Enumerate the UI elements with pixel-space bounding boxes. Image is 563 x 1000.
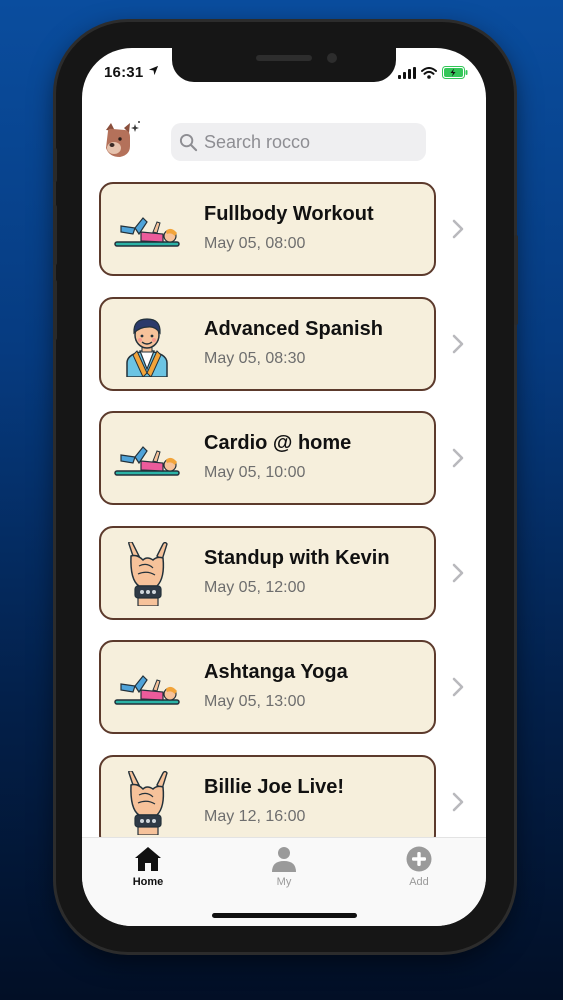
mute-switch	[53, 148, 57, 182]
event-card[interactable]: Advanced Spanish May 05, 08:30	[99, 297, 436, 391]
event-card[interactable]: Billie Joe Live! May 12, 16:00	[99, 755, 436, 837]
home-indicator[interactable]	[212, 913, 357, 918]
rocco-logo-icon[interactable]	[100, 118, 144, 162]
tab-bar: Home My Add	[82, 837, 486, 926]
tab-home-label: Home	[132, 876, 164, 888]
event-card[interactable]: Cardio @ home May 05, 10:00	[99, 411, 436, 505]
search-icon	[179, 133, 198, 151]
event-title: Billie Joe Live!	[204, 776, 345, 798]
event-title: Cardio @ home	[204, 432, 352, 454]
front-camera	[327, 53, 337, 63]
exercise-icon	[113, 656, 181, 720]
chevron-right-icon[interactable]	[451, 791, 465, 813]
event-row[interactable]: Fullbody Workout May 05, 08:00	[99, 182, 485, 276]
event-card[interactable]: Standup with Kevin May 05, 12:00	[99, 526, 436, 620]
event-title: Ashtanga Yoga	[204, 661, 348, 683]
event-datetime: May 05, 12:00	[204, 579, 306, 596]
tab-my-label: My	[276, 876, 292, 888]
teacher-icon	[113, 313, 181, 378]
app-screen: 16:31 Search rocco Fullbody Workout May …	[82, 48, 486, 926]
exercise-icon	[113, 427, 181, 491]
chevron-right-icon[interactable]	[451, 676, 465, 698]
tab-add[interactable]: Add	[369, 846, 469, 888]
battery-icon	[442, 66, 468, 79]
search-input[interactable]: Search rocco	[171, 123, 426, 161]
event-datetime: May 05, 08:30	[204, 350, 306, 367]
volume-down-button	[53, 280, 57, 340]
location-arrow-icon	[148, 65, 159, 79]
signal-icon	[398, 66, 416, 79]
tab-add-label: Add	[409, 876, 429, 888]
event-datetime: May 12, 16:00	[204, 808, 306, 825]
rock-hand-icon	[113, 770, 181, 836]
event-title: Advanced Spanish	[204, 318, 383, 340]
event-row[interactable]: Cardio @ home May 05, 10:00	[99, 411, 485, 505]
event-title: Fullbody Workout	[204, 203, 374, 225]
event-row[interactable]: Billie Joe Live! May 12, 16:00	[99, 755, 485, 837]
event-title: Standup with Kevin	[204, 547, 390, 569]
search-placeholder: Search rocco	[204, 131, 311, 152]
volume-up-button	[53, 205, 57, 265]
event-datetime: May 05, 13:00	[204, 693, 306, 710]
power-button	[514, 235, 518, 325]
event-datetime: May 05, 08:00	[204, 235, 306, 252]
tab-my[interactable]: My	[234, 846, 334, 888]
chevron-right-icon[interactable]	[451, 562, 465, 584]
event-card[interactable]: Fullbody Workout May 05, 08:00	[99, 182, 436, 276]
event-row[interactable]: Standup with Kevin May 05, 12:00	[99, 526, 485, 620]
plus-circle-icon	[406, 846, 432, 872]
chevron-right-icon[interactable]	[451, 218, 465, 240]
event-card[interactable]: Ashtanga Yoga May 05, 13:00	[99, 640, 436, 734]
wifi-icon	[421, 66, 437, 79]
home-icon	[135, 847, 161, 871]
rock-hand-icon	[113, 541, 181, 607]
chevron-right-icon[interactable]	[451, 447, 465, 469]
speaker	[256, 55, 312, 61]
exercise-icon	[113, 198, 181, 262]
event-row[interactable]: Advanced Spanish May 05, 08:30	[99, 297, 485, 391]
status-indicators	[398, 66, 468, 79]
status-time: 16:31	[104, 64, 144, 81]
event-row[interactable]: Ashtanga Yoga May 05, 13:00	[99, 640, 485, 734]
person-icon	[272, 847, 296, 872]
event-datetime: May 05, 10:00	[204, 464, 306, 481]
app-header: Search rocco	[82, 118, 486, 168]
notch	[172, 48, 396, 82]
event-list[interactable]: Fullbody Workout May 05, 08:00 Advanced …	[82, 182, 486, 837]
chevron-right-icon[interactable]	[451, 333, 465, 355]
tab-home[interactable]: Home	[98, 846, 198, 888]
